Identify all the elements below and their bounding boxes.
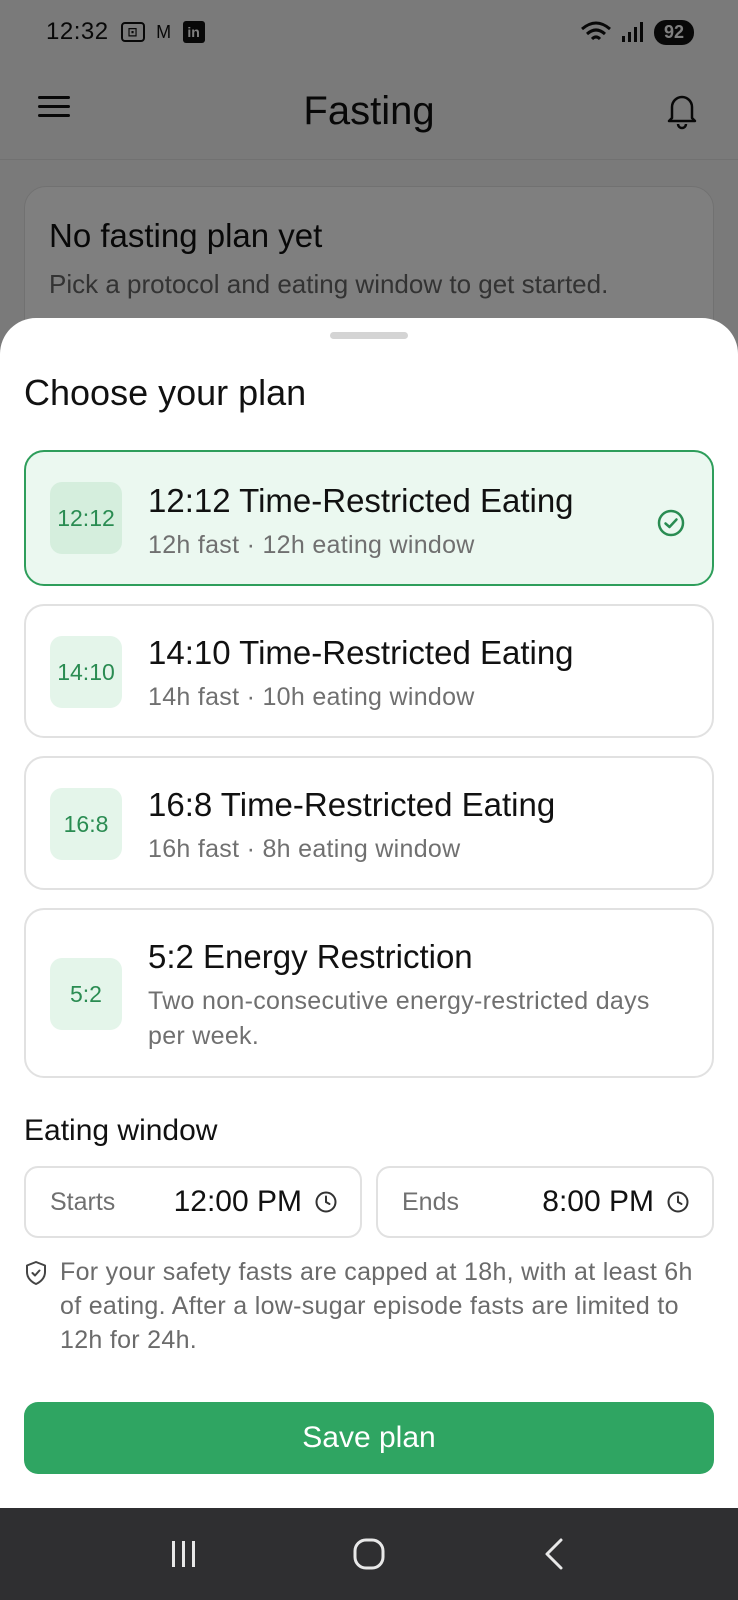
- plan-name: 5:2 Energy Restriction: [148, 938, 473, 975]
- safety-note: For your safety fasts are capped at 18h,…: [24, 1256, 714, 1357]
- plan-description: 16h fast · 8h eating window: [148, 835, 461, 863]
- plan-badge: 14:10: [50, 636, 122, 708]
- plan-name: 16:8 Time-Restricted Eating: [148, 786, 556, 823]
- shield-check-icon: [26, 1261, 46, 1285]
- recent-apps-icon[interactable]: [153, 1524, 213, 1584]
- clock-icon: [315, 1191, 337, 1213]
- plan-description: Two non-consecutive energy-restricted da…: [148, 987, 650, 1050]
- plan-badge: 16:8: [50, 788, 122, 860]
- plan-badge: 12:12: [50, 482, 122, 554]
- check-circle-icon: [657, 509, 685, 537]
- end-time-value: 8:00 PM: [542, 1185, 654, 1218]
- clock-icon: [667, 1191, 689, 1213]
- safety-note-text: For your safety fasts are capped at 18h,…: [60, 1258, 693, 1354]
- start-time-label: Starts: [50, 1187, 116, 1216]
- plan-option-14-10[interactable]: 14:10 14:10 Time-Restricted Eating 14h f…: [24, 604, 714, 738]
- save-plan-button[interactable]: Save plan: [24, 1402, 714, 1474]
- plan-description: 12h fast · 12h eating window: [148, 531, 475, 559]
- plan-bottom-sheet: Choose your plan 12:12 12:12 Time-Restri…: [0, 318, 738, 1508]
- start-time-field[interactable]: Starts 12:00 PM: [24, 1166, 362, 1238]
- sheet-title: Choose your plan: [24, 372, 307, 413]
- plan-name: 12:12 Time-Restricted Eating: [148, 482, 574, 519]
- back-icon[interactable]: [525, 1524, 585, 1584]
- plan-option-12-12[interactable]: 12:12 12:12 Time-Restricted Eating 12h f…: [24, 450, 714, 586]
- end-time-label: Ends: [402, 1187, 459, 1216]
- system-nav-bar: [0, 1508, 738, 1600]
- sheet-drag-handle[interactable]: [330, 332, 408, 339]
- plan-option-16-8[interactable]: 16:8 16:8 Time-Restricted Eating 16h fas…: [24, 756, 714, 890]
- eating-window-label: Eating window: [24, 1114, 218, 1147]
- plan-description: 14h fast · 10h eating window: [148, 683, 475, 711]
- end-time-field[interactable]: Ends 8:00 PM: [376, 1166, 714, 1238]
- plan-name: 14:10 Time-Restricted Eating: [148, 634, 574, 671]
- start-time-value: 12:00 PM: [173, 1185, 302, 1218]
- plan-badge: 5:2: [50, 958, 122, 1030]
- home-icon[interactable]: [339, 1524, 399, 1584]
- plan-option-5-2[interactable]: 5:2 5:2 Energy Restriction Two non-conse…: [24, 908, 714, 1078]
